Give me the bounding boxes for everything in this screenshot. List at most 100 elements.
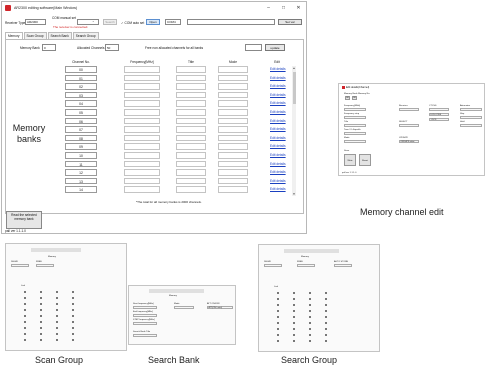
frequency-input[interactable] (124, 152, 160, 159)
edit-details-link[interactable]: Edit details (270, 126, 286, 133)
link-checkbox[interactable] (325, 334, 328, 337)
checkbox-icon[interactable] (72, 321, 75, 324)
mode-input[interactable] (218, 91, 248, 99)
link-checkbox[interactable] (40, 315, 43, 318)
checkbox-icon[interactable] (309, 322, 312, 325)
title-input[interactable] (176, 91, 206, 99)
link-checkbox[interactable] (325, 340, 328, 343)
edit-details-link[interactable]: Edit details (270, 83, 286, 90)
title-input[interactable] (176, 117, 206, 125)
mce-hold-input[interactable] (460, 124, 482, 128)
title-input[interactable] (176, 152, 206, 159)
link-checkbox[interactable] (325, 304, 328, 307)
link-checkbox[interactable] (309, 310, 312, 313)
checkbox-icon[interactable] (325, 322, 328, 325)
mce-skip-input[interactable] (460, 116, 482, 120)
link-checkbox[interactable] (309, 292, 312, 295)
checkbox-icon[interactable] (24, 309, 27, 312)
link-checkbox[interactable] (277, 298, 280, 301)
checkbox-icon[interactable] (277, 328, 280, 331)
checkbox-icon[interactable] (277, 292, 280, 295)
scan-group-delay-input[interactable] (11, 264, 29, 268)
edit-details-link[interactable]: Edit details (270, 143, 286, 150)
search-bank-start-input[interactable] (133, 306, 157, 310)
checkbox-icon[interactable] (72, 309, 75, 312)
allocated-channels-select[interactable]: 50 (105, 44, 119, 51)
scan-group-free-input[interactable] (36, 264, 54, 268)
link-checkbox[interactable] (325, 298, 328, 301)
mce-attn-input[interactable] (460, 108, 482, 112)
frequency-input[interactable] (124, 66, 160, 73)
search-bank-title-input[interactable] (133, 334, 157, 338)
open-button[interactable]: Open (146, 19, 160, 25)
title-input[interactable] (176, 83, 206, 90)
checkbox-icon[interactable] (56, 291, 59, 294)
checkbox-icon[interactable] (325, 334, 328, 337)
link-checkbox[interactable] (24, 339, 27, 342)
title-input[interactable] (176, 186, 206, 193)
checkbox-icon[interactable] (309, 340, 312, 343)
search-bank-end-input[interactable] (133, 314, 157, 318)
mode-input[interactable] (218, 152, 248, 159)
checkbox-icon[interactable] (325, 304, 328, 307)
checkbox-icon[interactable] (56, 333, 59, 336)
mce-bank-value[interactable]: 00 (345, 96, 350, 100)
checkbox-icon[interactable] (325, 298, 328, 301)
link-checkbox[interactable] (293, 316, 296, 319)
checkbox-icon[interactable] (293, 292, 296, 295)
mce-tone-input[interactable] (344, 132, 366, 136)
checkbox-icon[interactable] (309, 334, 312, 337)
link-checkbox[interactable] (72, 339, 75, 342)
checkbox-icon[interactable] (40, 315, 43, 318)
link-checkbox[interactable] (293, 298, 296, 301)
checkbox-icon[interactable] (40, 297, 43, 300)
checkbox-icon[interactable] (293, 304, 296, 307)
checkbox-icon[interactable] (293, 298, 296, 301)
link-checkbox[interactable] (24, 327, 27, 330)
link-checkbox[interactable] (72, 309, 75, 312)
checkbox-icon[interactable] (72, 333, 75, 336)
checkbox-icon[interactable] (56, 303, 59, 306)
mode-input[interactable] (218, 117, 248, 125)
tab-memory[interactable]: Memory (5, 32, 23, 39)
link-checkbox[interactable] (293, 292, 296, 295)
checkbox-icon[interactable] (72, 297, 75, 300)
link-checkbox[interactable] (56, 327, 59, 330)
frequency-input[interactable] (124, 177, 160, 185)
mce-memory-no-value[interactable]: 00 (352, 96, 357, 100)
link-checkbox[interactable] (40, 309, 43, 312)
mode-input[interactable] (218, 186, 248, 193)
checkbox-icon[interactable] (325, 340, 328, 343)
edit-details-link[interactable]: Edit details (270, 92, 286, 99)
link-checkbox[interactable] (277, 328, 280, 331)
checkbox-icon[interactable] (56, 321, 59, 324)
frequency-input[interactable] (124, 160, 160, 168)
mode-input[interactable] (218, 134, 248, 142)
mce-step-input[interactable] (344, 116, 366, 120)
edit-details-link[interactable]: Edit details (270, 169, 286, 176)
checkbox-icon[interactable] (24, 291, 27, 294)
title-input[interactable] (176, 177, 206, 185)
checkbox-icon[interactable] (293, 316, 296, 319)
search-button[interactable]: Search (103, 19, 117, 25)
checkbox-icon[interactable] (293, 310, 296, 313)
checkbox-icon[interactable] (277, 340, 280, 343)
link-checkbox[interactable] (293, 322, 296, 325)
link-checkbox[interactable] (56, 303, 59, 306)
link-checkbox[interactable] (277, 292, 280, 295)
frequency-input[interactable] (124, 74, 160, 82)
link-checkbox[interactable] (309, 322, 312, 325)
mode-input[interactable] (218, 74, 248, 82)
link-checkbox[interactable] (325, 328, 328, 331)
edit-details-link[interactable]: Edit details (270, 135, 286, 142)
link-checkbox[interactable] (293, 334, 296, 337)
checkbox-icon[interactable] (309, 328, 312, 331)
update-button[interactable]: update (265, 44, 285, 51)
tab-search-bank[interactable]: Search Bank (47, 32, 72, 39)
edit-details-link[interactable]: Edit details (270, 118, 286, 125)
search-bank-att-input[interactable]: ATT(ON / auto) (207, 306, 233, 310)
frequency-input[interactable] (124, 100, 160, 107)
frequency-input[interactable] (124, 117, 160, 125)
set-var-button[interactable]: Set var (278, 19, 302, 25)
link-checkbox[interactable] (277, 310, 280, 313)
